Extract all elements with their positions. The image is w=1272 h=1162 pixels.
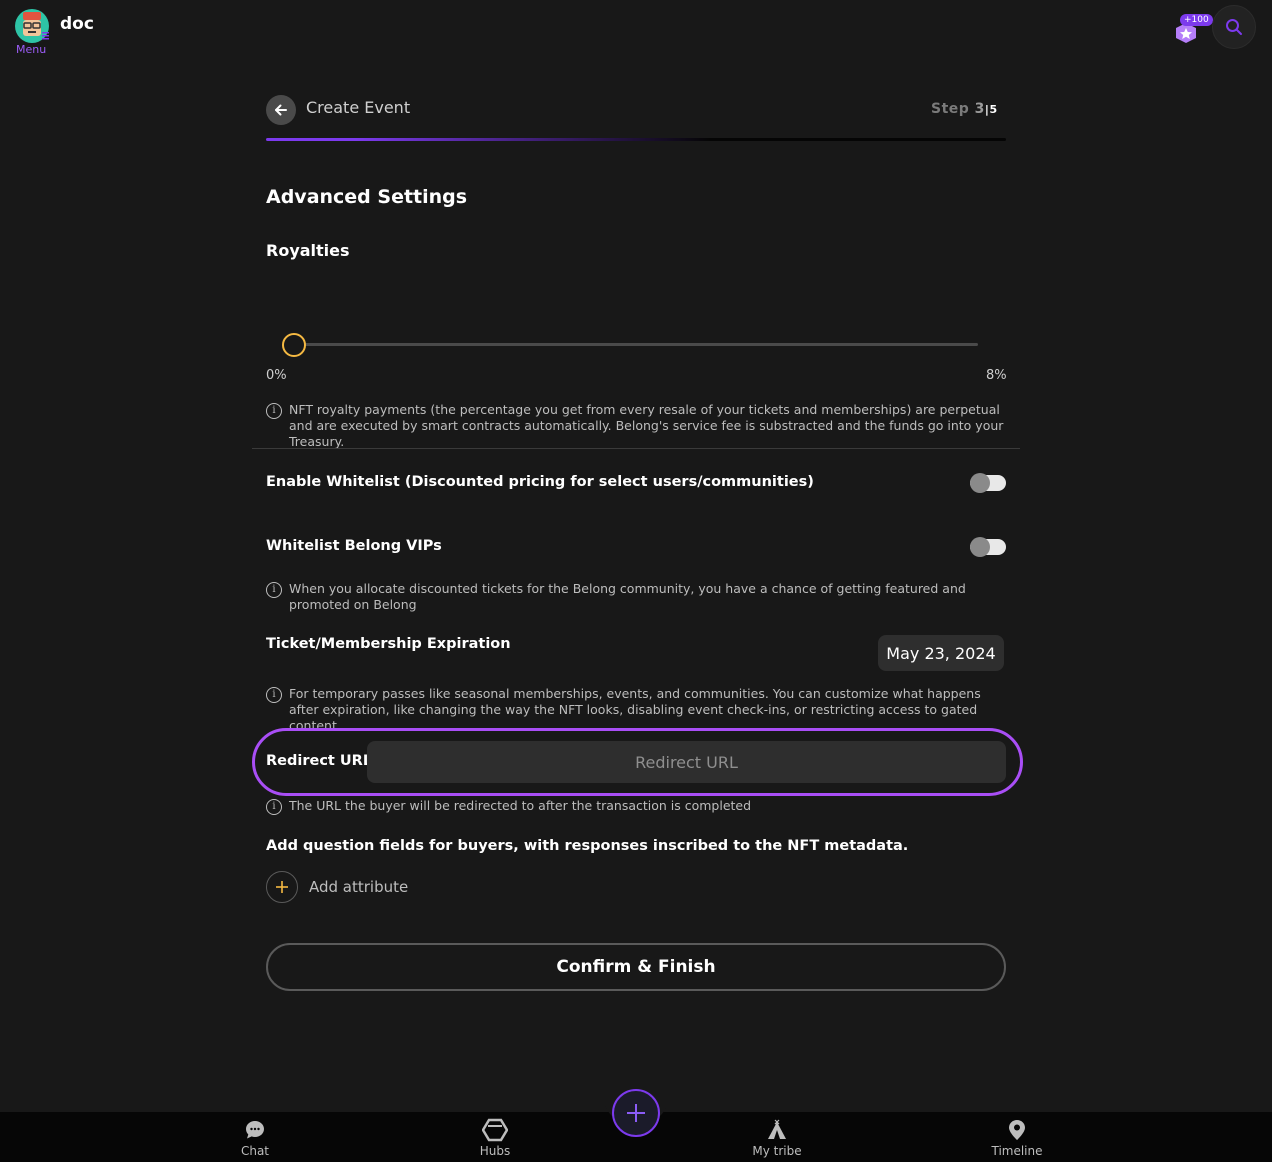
expiration-label: Ticket/Membership Expiration xyxy=(266,636,511,652)
search-button[interactable] xyxy=(1212,5,1256,49)
add-attribute-label: Add attribute xyxy=(309,878,409,896)
whitelist-toggle[interactable] xyxy=(970,473,1006,493)
points-badge: +100 xyxy=(1180,14,1213,26)
plus-icon xyxy=(266,871,298,903)
toggle-knob xyxy=(970,537,990,557)
username: doc xyxy=(60,14,94,34)
step-prefix: Step xyxy=(931,101,970,117)
plus-icon xyxy=(627,1104,645,1122)
arrow-left-icon xyxy=(275,104,287,116)
nav-timeline[interactable]: Timeline xyxy=(977,1118,1057,1158)
robot-avatar-icon xyxy=(15,9,49,43)
hexagon-icon xyxy=(482,1118,508,1142)
expiration-date-picker[interactable]: May 23, 2024 xyxy=(878,635,1004,671)
page-title: Create Event xyxy=(306,98,411,117)
slider-min-label: 0% xyxy=(266,368,287,383)
nav-hubs-label: Hubs xyxy=(479,1144,511,1158)
royalty-info-text: NFT royalty payments (the percentage you… xyxy=(289,402,1004,449)
step-current: 3 xyxy=(974,101,985,117)
questions-title: Add question fields for buyers, with res… xyxy=(266,838,909,854)
menu-label[interactable]: Menu xyxy=(16,43,46,56)
wizard-progress-bar xyxy=(266,138,1006,141)
royalties-title: Royalties xyxy=(266,241,350,260)
expiration-info-text: For temporary passes like seasonal membe… xyxy=(289,686,981,733)
divider xyxy=(252,448,1020,449)
nav-hubs[interactable]: Hubs xyxy=(455,1118,535,1158)
royalty-slider-thumb[interactable] xyxy=(282,333,306,357)
confirm-finish-button[interactable]: Confirm & Finish xyxy=(266,943,1006,991)
redirect-info-text: The URL the buyer will be redirected to … xyxy=(289,798,752,813)
step-total: 5 xyxy=(989,103,998,116)
redirect-info: i The URL the buyer will be redirected t… xyxy=(266,798,1006,815)
section-title: Advanced Settings xyxy=(266,186,468,208)
royalty-slider-track[interactable] xyxy=(293,343,978,346)
vip-info: i When you allocate discounted tickets f… xyxy=(266,581,1006,613)
tent-icon xyxy=(768,1119,786,1139)
expiration-info: i For temporary passes like seasonal mem… xyxy=(266,686,1006,734)
back-button[interactable] xyxy=(266,95,296,125)
create-fab-button[interactable] xyxy=(612,1089,660,1137)
search-icon xyxy=(1226,19,1242,35)
nav-my-tribe-label: My tribe xyxy=(752,1144,802,1158)
info-icon: i xyxy=(266,687,282,703)
avatar[interactable] xyxy=(14,8,50,44)
whitelist-label: Enable Whitelist (Discounted pricing for… xyxy=(266,474,814,490)
chat-bubble-icon xyxy=(246,1121,264,1139)
step-indicator: Step 3|5 xyxy=(931,101,998,117)
vip-toggle[interactable] xyxy=(970,537,1006,557)
info-icon: i xyxy=(266,799,282,815)
nav-timeline-label: Timeline xyxy=(991,1144,1043,1158)
royalty-info: i NFT royalty payments (the percentage y… xyxy=(266,402,1006,450)
vip-info-text: When you allocate discounted tickets for… xyxy=(289,581,966,612)
vip-label: Whitelist Belong VIPs xyxy=(266,538,442,554)
nav-my-tribe[interactable]: My tribe xyxy=(737,1118,817,1158)
nav-chat-label: Chat xyxy=(240,1144,270,1158)
slider-max-label: 8% xyxy=(986,368,1007,383)
redirect-url-label: Redirect URL xyxy=(266,753,373,769)
map-pin-icon xyxy=(1009,1120,1025,1140)
add-attribute-button[interactable]: Add attribute xyxy=(266,871,408,903)
nav-chat[interactable]: Chat xyxy=(215,1118,295,1158)
wizard-progress-fill xyxy=(266,138,710,141)
info-icon: i xyxy=(266,403,282,419)
toggle-knob xyxy=(970,473,990,493)
info-icon: i xyxy=(266,582,282,598)
redirect-url-input[interactable] xyxy=(367,741,1006,783)
